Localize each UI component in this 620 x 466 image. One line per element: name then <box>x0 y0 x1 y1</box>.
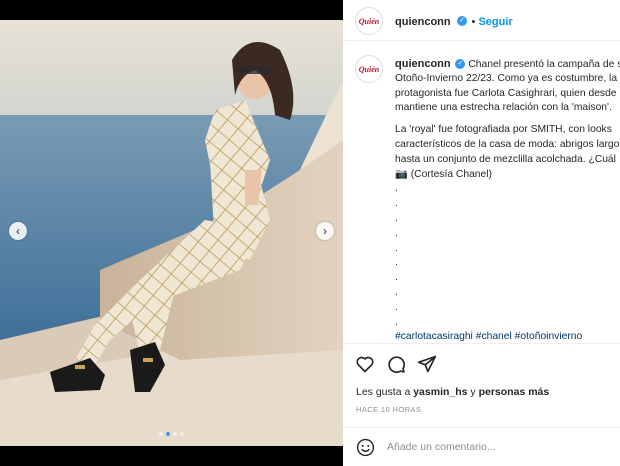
camera-icon: 📷 <box>395 169 408 180</box>
carousel-dot-active <box>166 432 170 436</box>
caption-line: hasta un conjunto de mezclilla acolchada… <box>395 153 620 168</box>
post-header: Quién quienconn ✓ • Seguir <box>343 0 620 41</box>
verified-icon: ✓ <box>457 16 467 26</box>
comment-icon[interactable] <box>386 354 406 374</box>
caption-line: quienconn ✓ Chanel presentó la campaña d… <box>395 57 620 72</box>
likes-count-link[interactable]: personas más <box>479 386 550 398</box>
caption-dot: . <box>395 212 620 227</box>
caption-dot: . <box>395 286 620 301</box>
caption-line: protagonista fue Carlota Casighrari, qui… <box>395 87 620 102</box>
caption-username[interactable]: quienconn <box>395 58 451 70</box>
likes-prefix: Les gusta a <box>356 386 410 398</box>
comment-input[interactable]: Añade un comentario... <box>387 441 496 453</box>
follow-button[interactable]: Seguir <box>478 16 512 28</box>
caption-dot: . <box>395 242 620 257</box>
comment-bar: Añade un comentario... <box>343 427 620 466</box>
caption-avatar[interactable]: Quién <box>355 55 383 83</box>
liked-by-user[interactable]: yasmin_hs <box>413 386 467 398</box>
action-bar <box>343 343 620 344</box>
caption-line: característicos de la casa de moda: abri… <box>395 138 620 153</box>
caption-text: Chanel presentó la campaña de su <box>468 59 620 70</box>
hashtag-link[interactable]: #chanel <box>476 331 512 342</box>
likes-summary: Les gusta a yasmin_hs y personas más <box>356 386 549 398</box>
verified-icon: ✓ <box>455 59 465 69</box>
chevron-left-icon: ‹ <box>16 224 20 238</box>
hashtag-link[interactable]: #carlotacasiraghi <box>395 331 473 342</box>
caption-dot: . <box>395 182 620 197</box>
caption-line: La 'royal' fue fotografiada por SMITH, c… <box>395 123 620 138</box>
likes-conjunction: y <box>470 386 475 398</box>
carousel-prev-button[interactable]: ‹ <box>9 222 27 240</box>
caption-line: Otoño-Invierno 22/23. Como ya es costumb… <box>395 72 620 87</box>
caption-dot: . <box>395 227 620 242</box>
caption-line: 📷 (Cortesía Chanel) <box>395 168 620 183</box>
emoji-icon[interactable] <box>356 438 375 457</box>
hashtag-link[interactable]: #otoñoinvierno <box>515 331 583 342</box>
caption-dot: . <box>395 301 620 316</box>
caption-dot: . <box>395 316 620 331</box>
carousel-dot <box>173 432 177 436</box>
avatar-logo-text: Quién <box>359 65 379 74</box>
caption-dot: . <box>395 256 620 271</box>
share-icon[interactable] <box>417 354 437 374</box>
post-timestamp[interactable]: HACE 10 HORAS <box>356 405 421 414</box>
avatar-logo-text: Quién <box>359 17 379 26</box>
carousel-dot <box>159 432 163 436</box>
caption-dot: . <box>395 197 620 212</box>
caption-line: mantiene una estrecha relación con la 'm… <box>395 101 620 116</box>
avatar[interactable]: Quién <box>355 7 383 35</box>
post-photo[interactable] <box>0 20 343 446</box>
chevron-right-icon: › <box>323 224 327 238</box>
post-media[interactable]: ‹ › <box>0 0 343 466</box>
caption: quienconn ✓ Chanel presentó la campaña d… <box>395 57 620 345</box>
header-username[interactable]: quienconn <box>395 16 451 28</box>
heart-icon[interactable] <box>355 354 375 374</box>
caption-dot: . <box>395 271 620 286</box>
carousel-next-button[interactable]: › <box>316 222 334 240</box>
post-side-panel: Quién quienconn ✓ • Seguir Quién quienco… <box>343 0 620 466</box>
photo-illustration <box>0 20 343 446</box>
carousel-dot <box>180 432 184 436</box>
carousel-dots <box>0 432 343 436</box>
caption-credit: (Cortesía Chanel) <box>411 169 492 180</box>
